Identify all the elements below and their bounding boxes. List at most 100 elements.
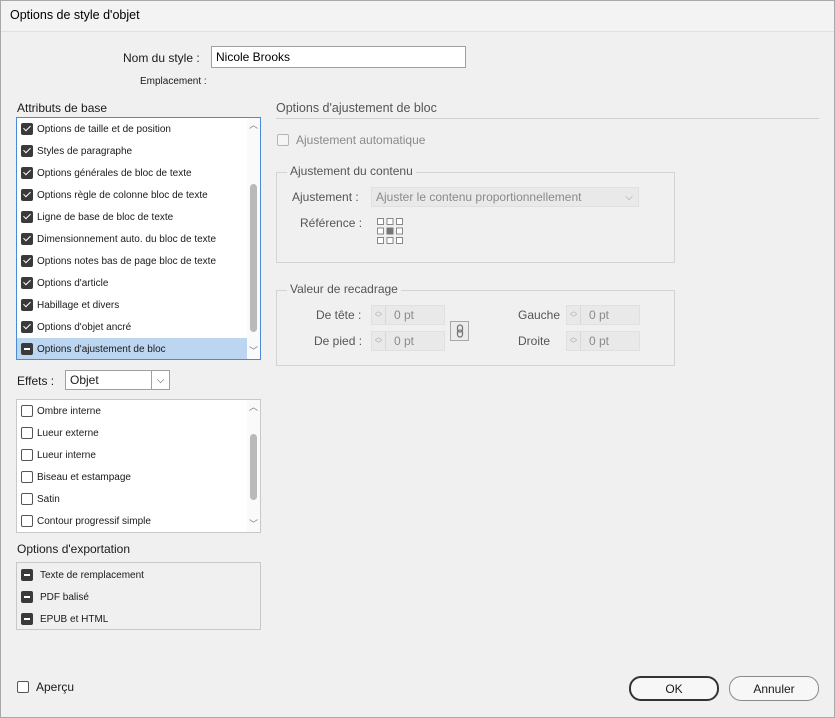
list-item[interactable]: PDF balisé (17, 586, 260, 608)
effects-list[interactable]: Ombre interne Lueur externe Lueur interne B… (16, 399, 261, 533)
checkbox-checked[interactable] (21, 211, 33, 223)
checkbox-empty[interactable] (21, 405, 33, 417)
checkbox-empty[interactable] (21, 471, 33, 483)
list-item[interactable]: EPUB et HTML (17, 608, 260, 629)
fitting-select[interactable]: Ajuster le contenu proportionnellement ⌵ (371, 187, 639, 207)
chevron-down-icon: ⌵ (151, 371, 169, 389)
base-attributes-title: Attributs de base (17, 101, 108, 115)
checkbox-checked[interactable] (21, 277, 33, 289)
list-item-label: Options d'article (37, 277, 109, 289)
list-item[interactable]: Contour progressif simple (17, 510, 247, 532)
scroll-thumb[interactable] (250, 434, 257, 500)
base-attributes-list[interactable]: Options de taille et de position Styles d… (16, 117, 261, 360)
auto-fit-checkbox[interactable]: Ajustement automatique (277, 133, 425, 147)
list-item-label: Styles de paragraphe (37, 145, 133, 157)
checkbox-empty[interactable] (21, 493, 33, 505)
crop-right-stepper[interactable]: ︿ ﹀ 0 pt (566, 331, 640, 351)
location-label: Emplacement : (140, 76, 207, 87)
crop-right-label: Droite (518, 334, 551, 348)
scroll-thumb[interactable] (250, 184, 257, 332)
checkbox-mixed[interactable] (21, 569, 33, 581)
list-item-label: Dimensionnement auto. du bloc de texte (37, 233, 216, 245)
list-item-label: Options règle de colonne bloc de texte (37, 189, 208, 201)
stepper-arrows-icon[interactable]: ︿ ﹀ (372, 306, 386, 324)
scroll-up-icon[interactable]: ︿ (249, 403, 258, 412)
list-item[interactable]: Lueur interne (17, 444, 247, 466)
link-icon[interactable] (450, 321, 469, 341)
crop-bottom-value: 0 pt (394, 334, 415, 348)
list-item[interactable]: Styles de paragraphe (17, 140, 247, 162)
crop-top-label: De tête : (316, 308, 362, 322)
list-item-label: Ombre interne (37, 405, 101, 417)
checkbox-checked[interactable] (21, 145, 33, 157)
crop-left-stepper[interactable]: ︿ ﹀ 0 pt (566, 305, 640, 325)
list-item[interactable]: Habillage et divers (17, 294, 247, 316)
checkbox-checked[interactable] (21, 233, 33, 245)
checkbox-mixed[interactable] (21, 591, 33, 603)
list-item[interactable]: Options notes bas de page bloc de texte (17, 250, 247, 272)
crop-group (276, 290, 675, 366)
ok-button[interactable]: OK (629, 676, 719, 701)
list-item[interactable]: Options de taille et de position (17, 118, 247, 140)
list-item[interactable]: Options d'article (17, 272, 247, 294)
effects-scrollbar[interactable]: ︿ ﹀ (247, 400, 260, 532)
cancel-button[interactable]: Annuler (729, 676, 819, 701)
reference-point-icon[interactable] (376, 217, 404, 245)
style-name-input[interactable] (211, 46, 466, 68)
base-attributes-scrollbar[interactable]: ︿ ﹀ (247, 118, 260, 359)
crop-top-stepper[interactable]: ︿ ﹀ 0 pt (371, 305, 445, 325)
scroll-down-icon[interactable]: ﹀ (249, 347, 258, 356)
checkbox-checked[interactable] (21, 167, 33, 179)
list-item-label: Habillage et divers (37, 299, 120, 311)
checkbox-checked[interactable] (21, 189, 33, 201)
preview-box[interactable] (17, 681, 29, 693)
list-item-label: Options générales de bloc de texte (37, 167, 192, 179)
list-item[interactable]: Satin (17, 488, 247, 510)
list-item-label: Satin (37, 493, 60, 505)
list-item[interactable]: Options d'objet ancré (17, 316, 247, 338)
crop-bottom-stepper[interactable]: ︿ ﹀ 0 pt (371, 331, 445, 351)
style-name-label: Nom du style : (123, 51, 200, 65)
list-item-label: Options d'ajustement de bloc (37, 343, 166, 355)
checkbox-mixed[interactable] (21, 343, 33, 355)
list-item-label: Lueur interne (37, 449, 96, 461)
preview-label: Aperçu (36, 680, 75, 694)
checkbox-empty[interactable] (21, 449, 33, 461)
checkbox-checked[interactable] (21, 123, 33, 135)
list-item[interactable]: Ligne de base de bloc de texte (17, 206, 247, 228)
checkbox-mixed[interactable] (21, 613, 33, 625)
list-item[interactable]: Biseau et estampage (17, 466, 247, 488)
stepper-arrows-icon[interactable]: ︿ ﹀ (372, 332, 386, 350)
stepper-arrows-icon[interactable]: ︿ ﹀ (567, 332, 581, 350)
list-item-label: Contour progressif simple (37, 515, 151, 527)
list-item[interactable]: Options règle de colonne bloc de texte (17, 184, 247, 206)
checkbox-checked[interactable] (21, 321, 33, 333)
panel-divider (276, 118, 819, 119)
checkbox-checked[interactable] (21, 299, 33, 311)
scroll-up-icon[interactable]: ︿ (249, 121, 258, 130)
list-item[interactable]: Texte de remplacement (17, 564, 260, 586)
auto-fit-box[interactable] (277, 134, 289, 146)
crop-top-value: 0 pt (394, 308, 415, 322)
crop-bottom-label: De pied : (314, 334, 363, 348)
preview-checkbox[interactable]: Aperçu (17, 680, 74, 694)
crop-right-value: 0 pt (589, 334, 610, 348)
list-item[interactable]: Options d'ajustement de bloc (17, 338, 247, 359)
list-item-label: PDF balisé (40, 591, 89, 603)
stepper-arrows-icon[interactable]: ︿ ﹀ (567, 306, 581, 324)
window-title: Options de style d'objet (10, 8, 140, 22)
list-item-label: EPUB et HTML (40, 613, 109, 625)
list-item[interactable]: Dimensionnement auto. du bloc de texte (17, 228, 247, 250)
scroll-down-icon[interactable]: ﹀ (249, 520, 258, 529)
crop-title: Valeur de recadrage (287, 282, 401, 296)
panel-title: Options d'ajustement de bloc (276, 101, 437, 115)
list-item[interactable]: Ombre interne (17, 400, 247, 422)
checkbox-checked[interactable] (21, 255, 33, 267)
export-options-list[interactable]: Texte de remplacement PDF balisé EPUB et H… (16, 562, 261, 630)
checkbox-empty[interactable] (21, 427, 33, 439)
list-item-label: Texte de remplacement (40, 569, 144, 581)
list-item[interactable]: Options générales de bloc de texte (17, 162, 247, 184)
list-item[interactable]: Lueur externe (17, 422, 247, 444)
effects-select[interactable]: Objet ⌵ (65, 370, 170, 390)
checkbox-empty[interactable] (21, 515, 33, 527)
